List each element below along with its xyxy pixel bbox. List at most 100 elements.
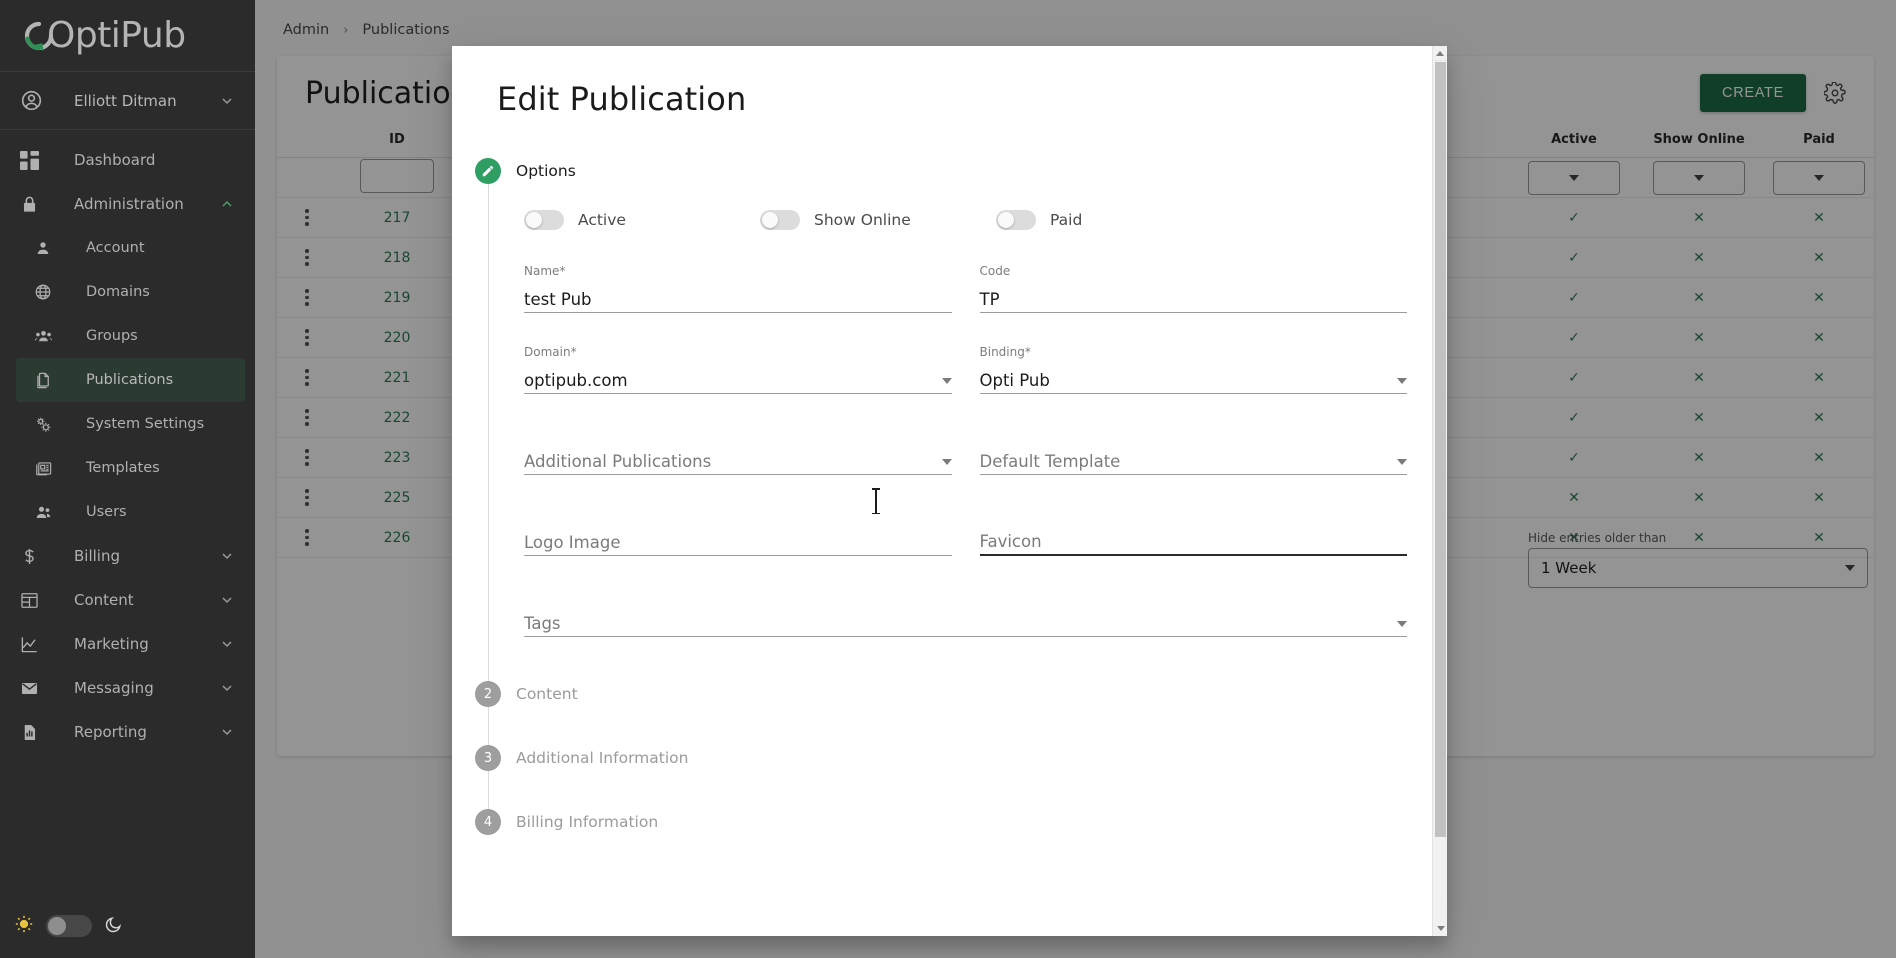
field-code-value: TP xyxy=(979,290,1000,309)
sidebar-user[interactable]: Elliott Ditman xyxy=(0,72,255,130)
sidebar-item-groups[interactable]: Groups xyxy=(0,314,255,358)
step-label: Billing Information xyxy=(516,813,659,831)
sidebar-item-label: System Settings xyxy=(86,416,205,432)
chevron-down-icon xyxy=(219,592,235,608)
step-number: 2 xyxy=(475,681,501,707)
sidebar-item-system-settings[interactable]: System Settings xyxy=(0,402,255,446)
field-tags-select[interactable]: Tags xyxy=(524,607,1407,637)
toggle-show-online[interactable] xyxy=(760,210,800,230)
field-additional-publications: Additional Publications xyxy=(524,426,952,475)
lock-icon xyxy=(20,195,48,214)
scroll-down-icon[interactable] xyxy=(1433,921,1447,936)
field-binding-select[interactable]: Opti Pub xyxy=(979,364,1407,394)
toggle-show-online-label: Show Online xyxy=(814,211,911,229)
toggle-active[interactable] xyxy=(524,210,564,230)
field-additional-publications-select[interactable]: Additional Publications xyxy=(524,445,952,475)
field-tags-label xyxy=(524,588,1407,603)
step-additional-information[interactable]: 3 Additional Information xyxy=(475,745,1407,771)
brand: OptiPub xyxy=(0,0,255,72)
theme-toggle-row xyxy=(0,894,255,958)
sidebar-item-users[interactable]: Users xyxy=(0,490,255,534)
sidebar-item-label: Messaging xyxy=(74,679,154,697)
step-label: Content xyxy=(516,685,578,703)
sidebar-item-content[interactable]: Content xyxy=(0,578,255,622)
users-icon xyxy=(34,503,62,522)
field-tags-placeholder: Tags xyxy=(524,614,561,633)
dialog-scrollbar[interactable] xyxy=(1432,46,1447,936)
step-content[interactable]: 2 Content xyxy=(475,681,1407,707)
field-binding: Binding* Opti Pub xyxy=(979,345,1407,394)
field-logo-image-input[interactable]: Logo Image xyxy=(524,526,952,556)
step-number: 4 xyxy=(475,809,501,835)
sidebar-item-templates[interactable]: Templates xyxy=(0,446,255,490)
chevron-down-icon xyxy=(1397,459,1407,465)
sidebar-item-messaging[interactable]: Messaging xyxy=(0,666,255,710)
pencil-icon xyxy=(475,158,501,184)
field-domain-label: Domain* xyxy=(524,345,577,359)
sun-icon xyxy=(14,914,34,938)
theme-toggle[interactable] xyxy=(46,915,92,937)
chevron-down-icon xyxy=(219,724,235,740)
sidebar-item-label: Content xyxy=(74,591,134,609)
field-default-template: Default Template xyxy=(979,426,1407,475)
dialog-body: Edit Publication Options Active Show Onl… xyxy=(452,46,1447,936)
field-default-template-select[interactable]: Default Template xyxy=(979,445,1407,475)
field-name-label: Name* xyxy=(524,264,566,278)
toggle-show-online-group: Show Online xyxy=(760,210,996,230)
field-row-domain-binding: Domain* optipub.com Binding* Opti Pub xyxy=(524,345,1407,394)
sidebar-nav: Dashboard Administration Account Domains… xyxy=(0,130,255,894)
gears-icon xyxy=(34,415,62,434)
sidebar-item-label: Groups xyxy=(86,328,138,344)
sidebar-item-label: Dashboard xyxy=(74,151,156,169)
options-toggles: Active Show Online Paid xyxy=(524,206,1407,264)
sidebar-item-dashboard[interactable]: Dashboard xyxy=(0,138,255,182)
chevron-down-icon xyxy=(941,459,952,465)
sidebar-user-name: Elliott Ditman xyxy=(74,91,177,110)
pages-icon xyxy=(34,371,62,390)
content-layout-icon xyxy=(20,591,48,610)
sidebar-item-administration[interactable]: Administration xyxy=(0,182,255,226)
toggle-paid[interactable] xyxy=(996,210,1036,230)
chevron-down-icon xyxy=(219,680,235,696)
stepper: Options Active Show Online Paid Name* te… xyxy=(475,158,1407,835)
scrollbar-thumb[interactable] xyxy=(1435,62,1446,837)
field-additional-publications-placeholder: Additional Publications xyxy=(524,452,712,471)
field-logo-image-label xyxy=(524,507,952,522)
toggle-paid-group: Paid xyxy=(996,210,1082,230)
sidebar-item-label: Account xyxy=(86,240,145,256)
sidebar-item-label: Domains xyxy=(86,284,150,300)
sidebar-item-billing[interactable]: Billing xyxy=(0,534,255,578)
field-code-input[interactable]: TP xyxy=(979,283,1407,313)
field-tags: Tags xyxy=(524,588,1407,637)
field-code-label: Code xyxy=(979,264,1011,278)
field-row-logo-favicon: Logo Image Favicon xyxy=(524,507,1407,556)
person-icon xyxy=(34,239,62,257)
theme-toggle-knob xyxy=(48,917,66,935)
field-name-input[interactable]: test Pub xyxy=(524,283,952,313)
field-favicon-input[interactable]: Favicon xyxy=(979,526,1407,556)
sidebar-item-label: Administration xyxy=(74,195,184,213)
step-number: 3 xyxy=(475,745,501,771)
toggle-knob xyxy=(526,212,542,228)
step-options[interactable]: Options xyxy=(475,158,1407,184)
step-billing-information[interactable]: 4 Billing Information xyxy=(475,809,1407,835)
sidebar-item-marketing[interactable]: Marketing xyxy=(0,622,255,666)
field-domain: Domain* optipub.com xyxy=(524,345,952,394)
field-domain-select[interactable]: optipub.com xyxy=(524,364,952,394)
field-additional-publications-label xyxy=(524,426,952,441)
sidebar-item-reporting[interactable]: Reporting xyxy=(0,710,255,754)
scroll-up-icon[interactable] xyxy=(1433,46,1447,61)
sidebar-item-domains[interactable]: Domains xyxy=(0,270,255,314)
app-root: Admin › Publications Publications CREATE xyxy=(0,0,1896,958)
sidebar-item-publications[interactable]: Publications xyxy=(16,358,245,402)
chevron-down-icon xyxy=(219,93,235,109)
sidebar-item-account[interactable]: Account xyxy=(0,226,255,270)
account-circle-icon xyxy=(20,89,48,112)
sidebar-item-label: Reporting xyxy=(74,723,147,741)
field-binding-label: Binding* xyxy=(979,345,1031,359)
field-domain-value: optipub.com xyxy=(524,371,628,390)
field-name: Name* test Pub xyxy=(524,264,952,313)
field-favicon: Favicon xyxy=(979,507,1407,556)
sidebar-item-label: Publications xyxy=(86,372,174,388)
chevron-down-icon xyxy=(941,378,952,384)
